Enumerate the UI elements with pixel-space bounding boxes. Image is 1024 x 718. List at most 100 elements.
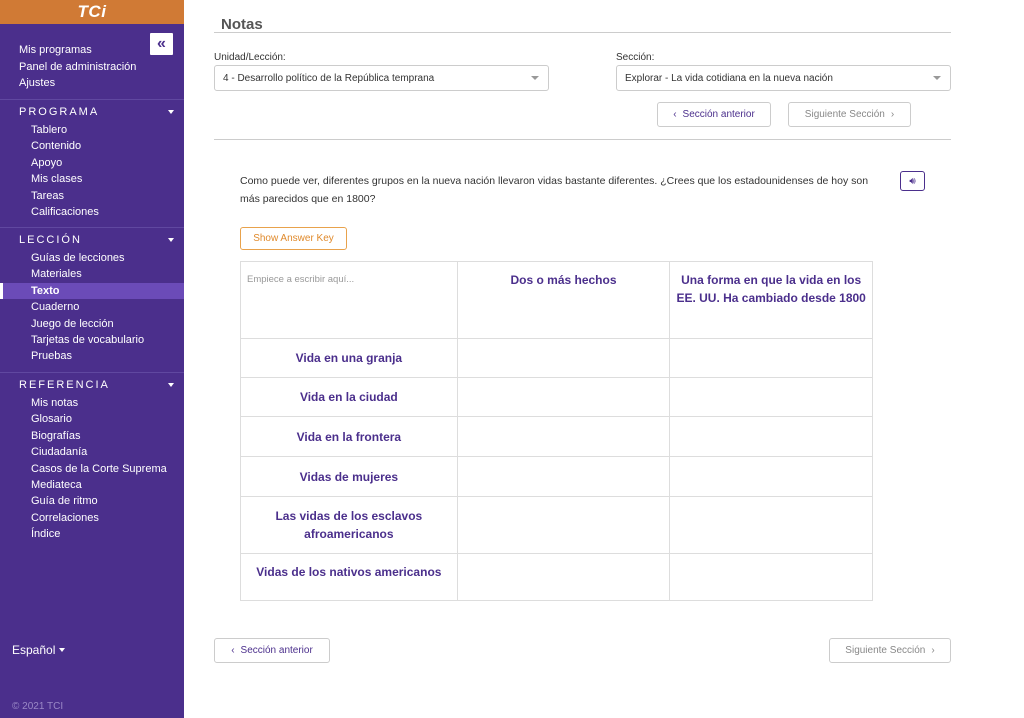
- table-cell[interactable]: [456, 338, 671, 378]
- sidebar-item-juego-de-leccion[interactable]: Juego de lección: [0, 316, 184, 332]
- column-header: Una forma en que la vida en los EE. UU. …: [669, 261, 873, 339]
- chevron-down-icon: [531, 76, 539, 80]
- divider: [0, 227, 184, 228]
- table-cell[interactable]: [456, 416, 671, 457]
- divider: [214, 32, 951, 33]
- tci-logo[interactable]: TCi: [78, 2, 107, 22]
- chevron-down-icon: [933, 76, 941, 80]
- caret-down-icon: [168, 238, 174, 242]
- sidebar-header: TCi: [0, 0, 184, 24]
- sidebar-item-glosario[interactable]: Glosario: [0, 411, 184, 427]
- unit-lesson-value: 4 - Desarrollo político de la República …: [223, 72, 435, 84]
- unit-lesson-select[interactable]: 4 - Desarrollo político de la República …: [214, 65, 549, 91]
- chevron-right-icon: ›: [890, 109, 895, 120]
- chevron-left-icon: ‹: [673, 109, 677, 120]
- link-mis-programas[interactable]: Mis programas: [19, 42, 136, 59]
- sidebar-item-calificaciones[interactable]: Calificaciones: [0, 204, 184, 220]
- table-cell[interactable]: [456, 496, 671, 554]
- language-label: Español: [12, 643, 56, 657]
- next-section-button-top[interactable]: Siguiente Sección ›: [788, 102, 911, 127]
- sidebar-item-texto[interactable]: Texto: [0, 282, 184, 300]
- table-header-row: Empiece a escribir aquí... Dos o más hec…: [240, 261, 873, 339]
- table-row: Vida en la frontera: [240, 416, 873, 457]
- table-row: Vida en la ciudad: [240, 377, 873, 417]
- sidebar-item-tablero[interactable]: Tablero: [0, 122, 184, 138]
- prev-section-button-bottom[interactable]: ‹ Sección anterior: [214, 638, 330, 663]
- language-selector[interactable]: Español: [12, 643, 66, 657]
- table-cell[interactable]: [669, 496, 873, 554]
- sidebar-item-pruebas[interactable]: Pruebas: [0, 348, 184, 364]
- notes-input[interactable]: Empiece a escribir aquí...: [240, 261, 458, 339]
- caret-down-icon: [168, 383, 174, 387]
- unit-label: Unidad/Lección:: [214, 52, 286, 63]
- sidebar-item-guia-de-ritmo[interactable]: Guía de ritmo: [0, 493, 184, 509]
- section-label: Sección:: [616, 52, 655, 63]
- chevron-right-icon: ›: [931, 645, 935, 656]
- section-programa: PROGRAMA Tablero Contenido Apoyo Mis cla…: [0, 99, 184, 220]
- sidebar-item-correlaciones[interactable]: Correlaciones: [0, 510, 184, 526]
- sidebar-item-mediateca[interactable]: Mediateca: [0, 477, 184, 493]
- sidebar-item-indice[interactable]: Índice: [0, 526, 184, 542]
- table-cell[interactable]: [669, 416, 873, 457]
- double-chevron-left-icon: «: [157, 35, 166, 52]
- collapse-sidebar-button[interactable]: «: [150, 33, 173, 55]
- section-leccion: LECCIÓN Guías de lecciones Materiales Te…: [0, 227, 184, 365]
- next-section-label: Siguiente Sección: [804, 109, 885, 120]
- table-row: Vidas de los nativos americanos: [240, 553, 873, 601]
- table-cell[interactable]: [669, 553, 873, 601]
- question-text: Como puede ver, diferentes grupos en la …: [240, 175, 869, 205]
- sidebar-item-mis-notas[interactable]: Mis notas: [0, 395, 184, 411]
- row-header: Vida en la ciudad: [240, 377, 458, 417]
- section-header-referencia[interactable]: REFERENCIA: [0, 375, 184, 395]
- section-title: LECCIÓN: [19, 234, 82, 246]
- next-section-label: Siguiente Sección: [845, 645, 926, 656]
- sidebar-item-guias-de-lecciones[interactable]: Guías de lecciones: [0, 250, 184, 266]
- row-header: Vida en una granja: [240, 338, 458, 378]
- section-value: Explorar - La vida cotidiana en la nueva…: [625, 72, 833, 84]
- row-header: Vidas de mujeres: [240, 456, 458, 497]
- section-header-leccion[interactable]: LECCIÓN: [0, 230, 184, 250]
- sidebar-item-casos-corte-suprema[interactable]: Casos de la Corte Suprema: [0, 461, 184, 477]
- divider: [0, 372, 184, 373]
- prev-section-label: Sección anterior: [682, 109, 755, 120]
- table-cell[interactable]: [456, 377, 671, 417]
- sidebar: TCi « Mis programas Panel de administrac…: [0, 0, 184, 718]
- sidebar-item-tarjetas-de-vocabulario[interactable]: Tarjetas de vocabulario: [0, 332, 184, 348]
- speaker-icon: 🔊︎: [909, 175, 916, 187]
- link-ajustes[interactable]: Ajustes: [19, 75, 136, 92]
- divider: [0, 99, 184, 100]
- table-cell[interactable]: [669, 377, 873, 417]
- link-panel-administracion[interactable]: Panel de administración: [19, 59, 136, 76]
- sidebar-item-cuaderno[interactable]: Cuaderno: [0, 299, 184, 315]
- prev-section-button-top[interactable]: ‹ Sección anterior: [657, 102, 771, 127]
- section-select[interactable]: Explorar - La vida cotidiana en la nueva…: [616, 65, 951, 91]
- sidebar-item-mis-clases[interactable]: Mis clases: [0, 171, 184, 187]
- table-cell[interactable]: [669, 338, 873, 378]
- show-answer-key-button[interactable]: Show Answer Key: [240, 227, 347, 250]
- sidebar-item-apoyo[interactable]: Apoyo: [0, 155, 184, 171]
- sidebar-item-ciudadania[interactable]: Ciudadanía: [0, 444, 184, 460]
- sidebar-item-biografias[interactable]: Biografías: [0, 428, 184, 444]
- chevron-left-icon: ‹: [231, 645, 235, 656]
- row-header: Las vidas de los esclavos afroamericanos: [240, 496, 458, 554]
- row-header: Vidas de los nativos americanos: [240, 553, 458, 601]
- divider: [214, 139, 951, 140]
- notes-table: Empiece a escribir aquí... Dos o más hec…: [240, 261, 873, 601]
- caret-down-icon: [59, 648, 66, 652]
- section-referencia: REFERENCIA Mis notas Glosario Biografías…: [0, 372, 184, 543]
- table-cell[interactable]: [456, 553, 671, 601]
- sidebar-item-materiales[interactable]: Materiales: [0, 266, 184, 282]
- sidebar-item-tareas[interactable]: Tareas: [0, 188, 184, 204]
- next-section-button-bottom[interactable]: Siguiente Sección ›: [829, 638, 951, 663]
- prev-section-label: Sección anterior: [240, 645, 313, 656]
- section-header-programa[interactable]: PROGRAMA: [0, 102, 184, 122]
- table-cell[interactable]: [669, 456, 873, 497]
- column-header: Dos o más hechos: [456, 261, 671, 339]
- sidebar-item-contenido[interactable]: Contenido: [0, 138, 184, 154]
- section-title: REFERENCIA: [19, 379, 110, 391]
- copyright: © 2021 TCI: [12, 701, 64, 712]
- audio-button[interactable]: 🔊︎: [900, 171, 925, 191]
- table-row: Vida en una granja: [240, 338, 873, 378]
- caret-down-icon: [168, 110, 174, 114]
- table-cell[interactable]: [456, 456, 671, 497]
